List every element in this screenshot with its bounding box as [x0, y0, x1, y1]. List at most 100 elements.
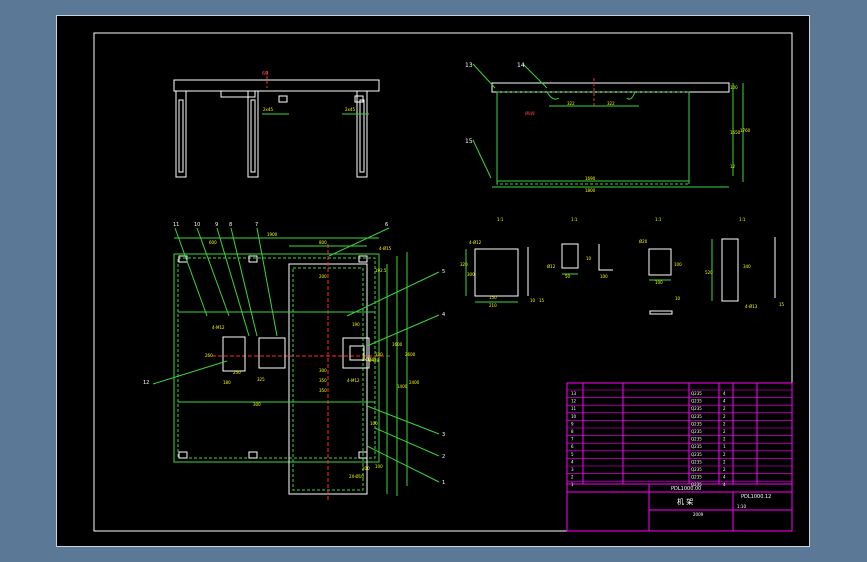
- weld-label: Ø8焊: [525, 110, 535, 116]
- bracket-left-inner: [258, 337, 286, 369]
- parts-cell-no: 13: [571, 391, 577, 396]
- plan-dim: 180: [223, 380, 231, 385]
- detail-dim: 4-Ø13: [745, 304, 758, 309]
- plan-dim: 200: [319, 274, 327, 279]
- leader-line: [472, 139, 492, 179]
- detail-dim: 100: [655, 280, 663, 285]
- foot-pad: [248, 255, 258, 263]
- detail-title: 1:1: [497, 217, 504, 222]
- balloon-1: 1: [442, 480, 445, 486]
- plan-dim: 600: [209, 240, 217, 245]
- front-dim-top: 60: [262, 71, 268, 77]
- parts-cell-name: Q235: [691, 459, 702, 464]
- parts-cell-qty: 2: [723, 467, 726, 472]
- plan-dim: 2400: [409, 380, 420, 385]
- parts-cell-no: 7: [571, 437, 574, 442]
- parts-cell-qty: 2: [723, 452, 726, 457]
- detail-dim: 520: [705, 270, 713, 275]
- bracket-right: [342, 337, 370, 369]
- balloon-8: 8: [229, 222, 232, 228]
- detail-dim: 10: [530, 298, 536, 303]
- balloon-6: 6: [385, 222, 388, 228]
- plan-dim: 1400: [397, 384, 408, 389]
- leader-line: [472, 63, 496, 89]
- balloon-5: 5: [442, 269, 445, 275]
- plan-dim: 330: [375, 352, 383, 357]
- detail-dim: 300: [467, 272, 475, 277]
- parts-cell-name: Q235: [691, 437, 702, 442]
- detail-dim: 10: [675, 296, 681, 301]
- date-value: 2009: [693, 512, 704, 517]
- foot-pad: [248, 451, 258, 459]
- frame-leg: [356, 90, 368, 178]
- plan-dim: 350: [319, 378, 327, 383]
- front-dim: 2x45: [263, 107, 273, 112]
- plan-dim: 300: [319, 368, 327, 373]
- detail-plate-1: [474, 248, 519, 297]
- parts-cell-name: Q235: [691, 429, 702, 434]
- part-title: 机 架: [677, 497, 693, 506]
- detail-dim: 320: [460, 262, 468, 267]
- plan-dim: 192.5: [375, 268, 387, 273]
- parts-cell-qty: 2: [723, 459, 726, 464]
- parts-cell-qty: 2: [723, 421, 726, 426]
- parts-cell-name: Q235: [691, 414, 702, 419]
- parts-cell-qty: 1: [723, 444, 726, 449]
- balloon-12: 12: [143, 380, 149, 386]
- bracket: [278, 95, 288, 103]
- parts-cell-qty: 4: [723, 399, 726, 404]
- balloon-2: 2: [442, 454, 445, 460]
- cad-drawing: 60 2x45 2x45 13 14 15 Ø8焊 322 322 1690 1…: [93, 32, 793, 532]
- frame-leg: [247, 90, 259, 178]
- detail-titles: 1:1 1:1 1:1 1:1: [497, 217, 746, 222]
- bracket: [220, 90, 256, 98]
- parts-cell-name: Q235: [691, 391, 702, 396]
- leader-line: [346, 271, 440, 317]
- plan-dim: 325: [257, 377, 265, 382]
- balloon-11: 11: [173, 222, 179, 228]
- detail-dim: 210: [489, 303, 497, 308]
- bracket-left: [222, 336, 246, 372]
- parts-cell-no: 2: [571, 475, 574, 480]
- plan-dim: 200: [362, 466, 370, 471]
- plan-dim: 300: [253, 402, 261, 407]
- detail-plate-3: [648, 248, 672, 276]
- balloon-9: 9: [215, 222, 218, 228]
- side-view: [472, 63, 744, 188]
- balloon-10: 10: [194, 222, 200, 228]
- parts-cell-name: Q235: [691, 475, 702, 480]
- parts-cell-no: 1: [571, 482, 574, 487]
- side-dim: 1760: [740, 128, 751, 133]
- frame-leg: [178, 99, 184, 173]
- plan-dim: 4-M12: [347, 378, 360, 383]
- side-dim: 322: [567, 101, 575, 106]
- leader-line: [256, 227, 278, 337]
- detail-dim: 15: [779, 302, 785, 307]
- drawing-canvas: 60 2x45 2x45 13 14 15 Ø8焊 322 322 1690 1…: [56, 15, 810, 547]
- frame-leg: [359, 99, 365, 173]
- parts-cell-no: 10: [571, 414, 577, 419]
- plan-balloons-left: 11 10 9 8 7 12: [143, 222, 258, 386]
- plan-dim: 260: [205, 353, 213, 358]
- foot-pad: [178, 451, 188, 459]
- detail-dim: 100: [600, 274, 608, 279]
- parts-cell-no: 5: [571, 452, 574, 457]
- parts-cell-no: 3: [571, 467, 574, 472]
- plan-outer: [173, 253, 380, 463]
- weld-symbol: [626, 91, 636, 100]
- leader-line: [366, 405, 440, 435]
- detail-views: [465, 237, 776, 315]
- plan-view: [152, 227, 440, 501]
- parts-cell-no: 11: [571, 406, 577, 411]
- detail-dim: 10: [586, 256, 592, 261]
- detail-dim: 15: [539, 298, 545, 303]
- plan-dim: 100: [375, 464, 383, 469]
- parts-cell-no: 12: [571, 399, 577, 404]
- frame-top-beam: [173, 79, 380, 92]
- side-dim: 322: [607, 101, 615, 106]
- parts-cell-qty: 2: [723, 414, 726, 419]
- plan-dim: 1600: [392, 342, 403, 347]
- side-dim: 1690: [585, 176, 596, 181]
- plan-dim: 250: [233, 370, 241, 375]
- parts-cell-no: 6: [571, 444, 574, 449]
